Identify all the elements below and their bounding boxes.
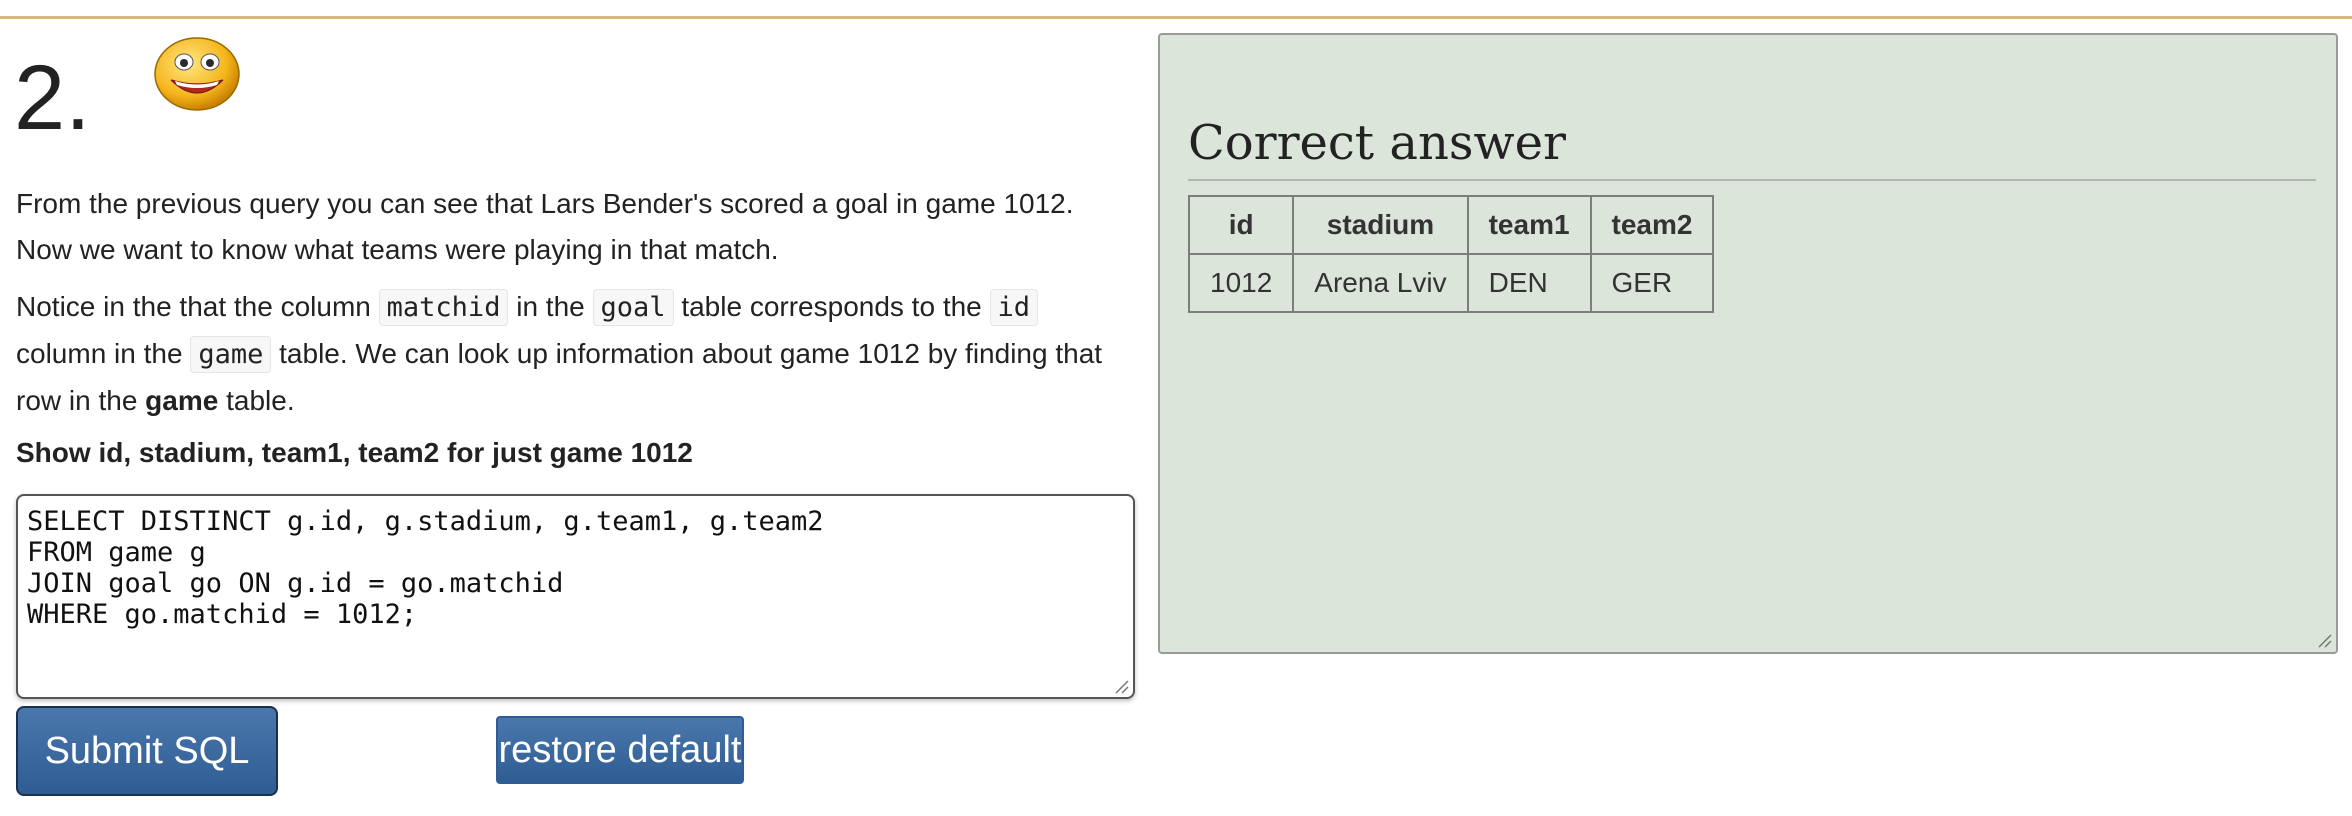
smiley-face-icon [154, 37, 240, 111]
notice-bold-game: game [145, 385, 219, 416]
restore-default-button[interactable]: restore default [496, 716, 744, 784]
editor-resize-grip-icon[interactable] [1113, 678, 1129, 694]
answer-header-row: id stadium team1 team2 [1187, 195, 1715, 255]
notice-text-4: column in the [16, 338, 191, 369]
intro-line-2: Now we want to know what teams were play… [16, 234, 779, 265]
notice-line-2: column in the game table. We can look up… [16, 331, 1136, 378]
notice-text-2: in the [508, 291, 593, 322]
notice-text-5: table. We can look up information about … [271, 338, 1103, 369]
column-header: team2 [1589, 195, 1715, 255]
code-matchid: matchid [378, 289, 509, 326]
question-number: 2. [14, 47, 91, 149]
intro-line-1: From the previous query you can see that… [16, 188, 1074, 219]
column-header: id [1187, 195, 1295, 255]
notice-text-6: row in the [16, 385, 146, 416]
answer-table: id stadium team1 team2 1012 Arena Lviv D… [1187, 195, 1715, 313]
panel-resize-grip-icon[interactable] [2316, 632, 2332, 648]
column-header: team1 [1466, 195, 1592, 255]
notice-line-1: Notice in the that the column matchid in… [16, 284, 1136, 331]
table-cell: 1012 [1187, 253, 1295, 313]
top-divider [0, 16, 2352, 19]
notice-paragraph: Notice in the that the column matchid in… [16, 284, 1136, 424]
task-instruction: Show id, stadium, team1, team2 for just … [16, 437, 693, 468]
table-cell: Arena Lviv [1292, 253, 1469, 313]
answer-heading: Correct answer [1188, 115, 1566, 171]
notice-line-3: row in the game table. [16, 378, 1136, 424]
intro-paragraph: From the previous query you can see that… [16, 181, 1136, 273]
answer-divider [1188, 179, 2316, 181]
notice-text-1: Notice in the that the column [16, 291, 379, 322]
submit-sql-button[interactable]: Submit SQL [16, 706, 278, 796]
table-cell: DEN [1466, 253, 1592, 313]
table-cell: GER [1589, 253, 1715, 313]
table-row: 1012 Arena Lviv DEN GER [1187, 253, 1715, 313]
column-header: stadium [1292, 195, 1469, 255]
code-goal: goal [592, 289, 674, 326]
answer-panel: Correct answer id stadium team1 team2 10… [1158, 33, 2338, 654]
code-game: game [190, 336, 272, 373]
code-id: id [989, 289, 1039, 326]
notice-text-3: table corresponds to the [673, 291, 990, 322]
sql-editor[interactable]: SELECT DISTINCT g.id, g.stadium, g.team1… [16, 494, 1135, 699]
notice-text-7: table. [218, 385, 295, 416]
